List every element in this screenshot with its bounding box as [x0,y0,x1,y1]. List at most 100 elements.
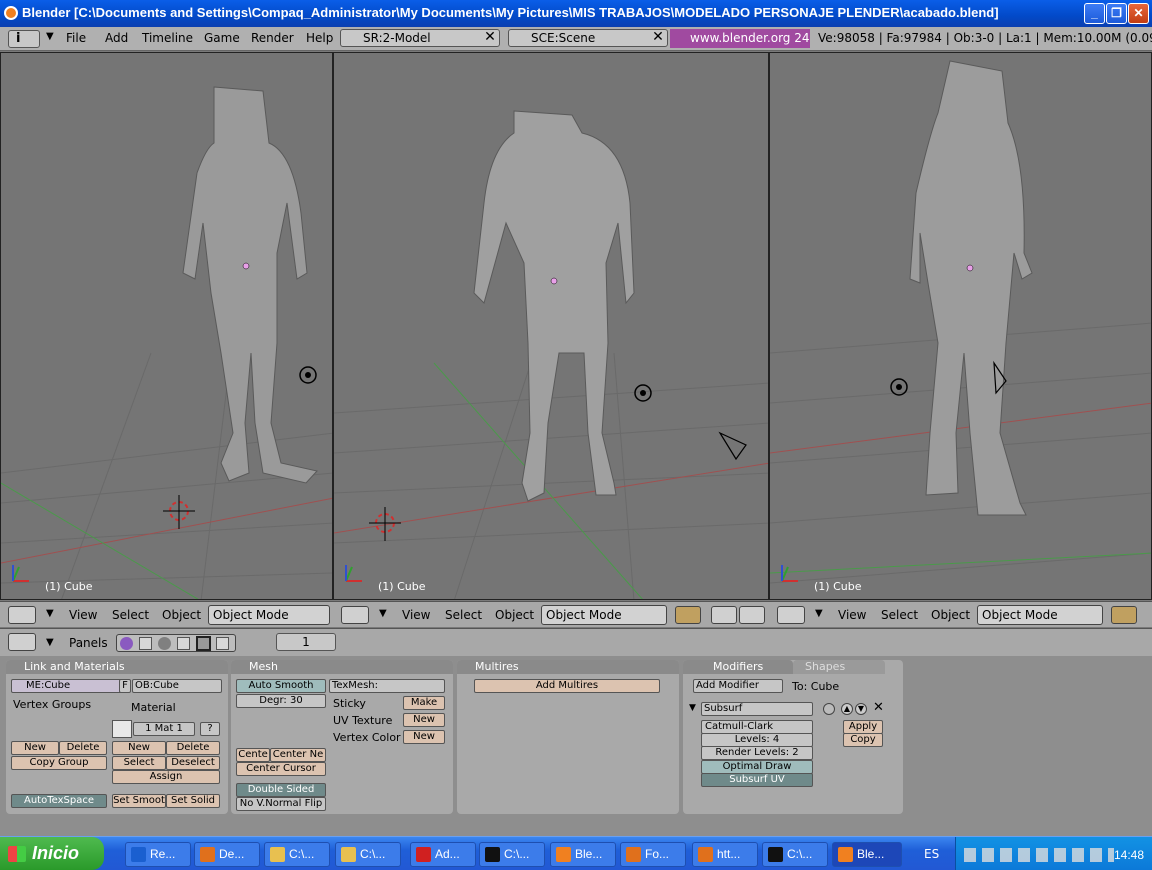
sticky-make-button[interactable]: Make [403,696,445,710]
collapse-header-icon[interactable]: ▼ [46,637,54,648]
vertex-color-new-button[interactable]: New [403,730,445,744]
draw-type-icon[interactable] [675,606,701,624]
screen-selector[interactable]: SR:2-Model [340,29,500,47]
taskbar-button[interactable]: Ble... [550,842,616,867]
menu-render[interactable]: Render [251,31,294,45]
centre-button[interactable]: Cente [236,748,270,762]
copy-group-button[interactable]: Copy Group [11,756,107,770]
viewport-left[interactable]: (1) Cube [0,52,333,600]
start-button[interactable]: Inicio [0,837,104,870]
tray-icons[interactable] [964,848,1114,862]
material-assign-button[interactable]: Assign [112,770,220,784]
degree-field[interactable]: Degr: 30 [236,694,326,708]
editor-type-grid-icon[interactable] [341,606,369,624]
taskbar-button[interactable]: C:\... [762,842,828,867]
collapse-header-icon[interactable]: ▼ [379,608,387,619]
menu-game[interactable]: Game [204,31,240,45]
render-context-icon[interactable] [216,637,229,650]
mode-selector[interactable]: Object Mode [541,605,667,625]
minimize-button[interactable]: _ [1084,3,1105,24]
object-name-field[interactable]: OB:Cube [132,679,222,693]
delete-screen-icon[interactable]: ✕ [482,29,498,47]
taskbar-button[interactable]: De... [194,842,260,867]
cage-toggle-icon[interactable] [823,703,835,715]
material-color-swatch[interactable] [112,720,132,738]
double-sided-toggle[interactable]: Double Sided [236,783,326,797]
uv-texture-new-button[interactable]: New [403,713,445,727]
mesh-title[interactable]: Mesh [231,660,453,674]
taskbar-button[interactable]: C:\... [264,842,330,867]
copy-modifier-button[interactable]: Copy [843,733,883,747]
center-new-button[interactable]: Center Ne [270,748,326,762]
menu-select[interactable]: Select [112,608,149,622]
apply-modifier-button[interactable]: Apply [843,720,883,734]
frame-number-field[interactable]: 1 [276,633,336,651]
tab-modifiers[interactable]: Modifiers [683,660,793,674]
viewport-right[interactable]: (1) Cube [769,52,1152,600]
fake-user-button[interactable]: F [119,679,131,693]
mode-selector[interactable]: Object Mode [977,605,1103,625]
center-cursor-button[interactable]: Center Cursor [236,762,326,776]
material-help-button[interactable]: ? [200,722,220,736]
menu-select[interactable]: Select [881,608,918,622]
scene-context-icon[interactable] [177,637,190,650]
buttons-editor-type-icon[interactable] [8,633,36,651]
subdivision-type-select[interactable]: Catmull-Clark [701,720,813,734]
info-editor-type-button[interactable]: i [8,30,40,48]
mode-selector[interactable]: Object Mode [208,605,330,625]
texmesh-field[interactable]: TexMesh: [329,679,445,693]
close-window-button[interactable]: ✕ [1128,3,1149,24]
material-select-button[interactable]: Select [112,756,166,770]
menu-object[interactable]: Object [162,608,201,622]
taskbar-button[interactable]: C:\... [479,842,545,867]
vgroup-delete-button[interactable]: Delete [59,741,107,755]
menu-help[interactable]: Help [306,31,333,45]
optimal-draw-toggle[interactable]: Optimal Draw [701,760,813,774]
taskbar-button[interactable]: C:\... [335,842,401,867]
blender-url-link[interactable]: www.blender.org 246 [670,29,810,48]
taskbar-button[interactable]: htt... [692,842,758,867]
menu-add[interactable]: Add [105,31,128,45]
move-up-icon[interactable]: ▲ [841,703,853,715]
link-materials-title[interactable]: Link and Materials [6,660,228,674]
object-context-icon[interactable] [139,637,152,650]
collapse-header-icon[interactable]: ▼ [46,608,54,619]
set-solid-button[interactable]: Set Solid [166,794,220,808]
remove-modifier-icon[interactable]: ✕ [873,700,884,715]
delete-scene-icon[interactable]: ✕ [650,29,666,47]
levels-field[interactable]: Levels: 4 [701,733,813,747]
no-vnormal-flip-toggle[interactable]: No V.Normal Flip [236,797,326,811]
add-modifier-menu[interactable]: Add Modifier [693,679,783,693]
menu-object[interactable]: Object [495,608,534,622]
menu-view[interactable]: View [69,608,97,622]
mesh-name-field[interactable]: ME:Cube [11,679,125,693]
editing-context-icon[interactable] [196,636,211,651]
material-context-icon[interactable] [158,637,171,650]
menu-timeline[interactable]: Timeline [142,31,193,45]
material-delete-button[interactable]: Delete [166,741,220,755]
tab-shapes[interactable]: Shapes [793,660,885,674]
taskbar-button[interactable]: Ble... [832,842,902,867]
autotexspace-toggle[interactable]: AutoTexSpace [11,794,107,808]
viewport-center[interactable]: (1) Cube [333,52,769,600]
vgroup-new-button[interactable]: New [11,741,59,755]
set-smooth-button[interactable]: Set Smoot [112,794,166,808]
collapse-header-icon[interactable]: ▼ [815,608,823,619]
pivot-icon[interactable] [711,606,737,624]
language-indicator[interactable]: ES [924,847,939,861]
subsurf-uv-toggle[interactable]: Subsurf UV [701,773,813,787]
material-new-button[interactable]: New [112,741,166,755]
scene-selector[interactable]: SCE:Scene [508,29,668,47]
editor-type-grid-icon[interactable] [777,606,805,624]
collapse-menu-icon[interactable]: ▼ [46,31,54,42]
auto-smooth-toggle[interactable]: Auto Smooth [236,679,326,693]
menu-select[interactable]: Select [445,608,482,622]
taskbar-button[interactable]: Fo... [620,842,686,867]
modifier-name-field[interactable]: Subsurf [701,702,813,716]
expand-modifier-icon[interactable]: ▼ [689,703,696,713]
shading-context-icon[interactable] [120,637,133,650]
menu-object[interactable]: Object [931,608,970,622]
material-deselect-button[interactable]: Deselect [166,756,220,770]
taskbar-button[interactable]: Re... [125,842,191,867]
material-slot-selector[interactable]: 1 Mat 1 [133,722,195,736]
